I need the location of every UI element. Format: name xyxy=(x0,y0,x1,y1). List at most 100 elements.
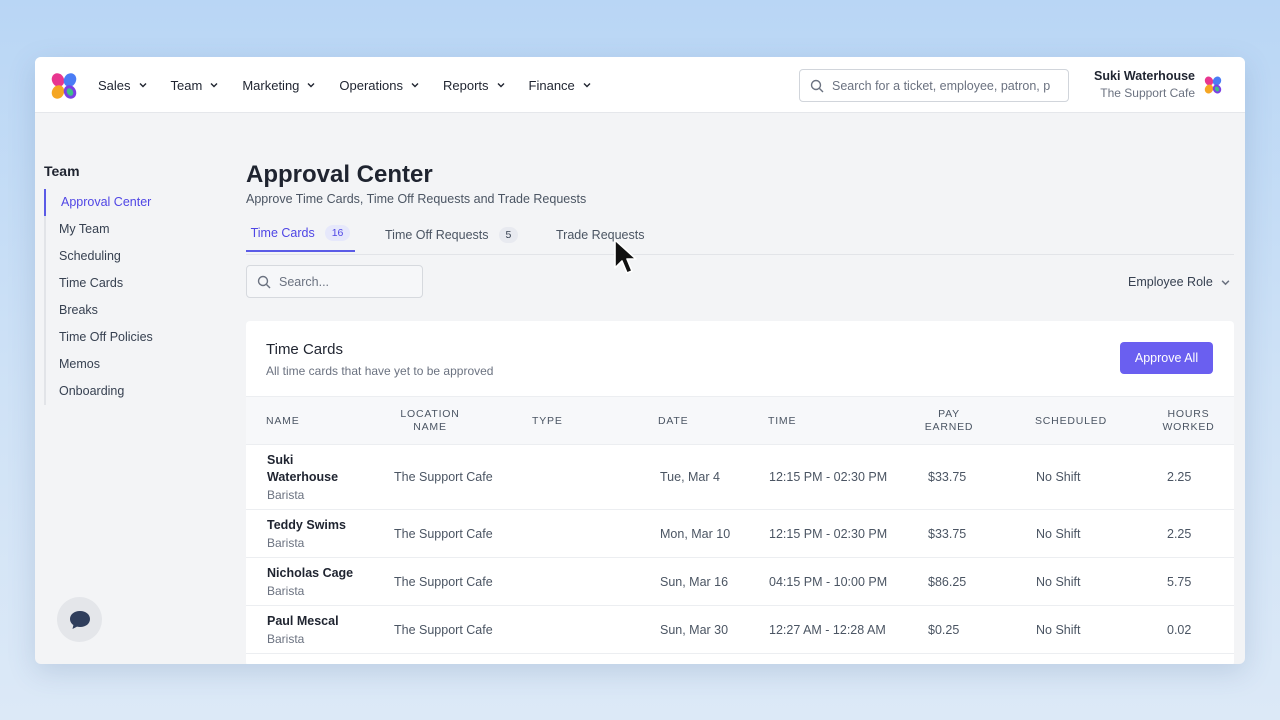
sidebar-item-time-cards[interactable]: Time Cards xyxy=(46,270,224,297)
mouse-cursor-icon xyxy=(614,239,637,274)
sidebar-item-approval-center[interactable]: Approval Center xyxy=(44,189,224,216)
sidebar-title: Team xyxy=(44,163,80,179)
nav-reports[interactable]: Reports xyxy=(443,78,505,93)
panel-title: Time Cards xyxy=(266,341,343,358)
scheduled-status: No Shift xyxy=(1036,623,1081,637)
column-header-location-line2: NAME xyxy=(413,421,447,433)
user-menu[interactable]: Suki Waterhouse The Support Cafe xyxy=(1085,69,1195,100)
chevron-down-icon xyxy=(497,83,505,88)
pay-earned: $0.25 xyxy=(928,623,960,637)
tab-time-cards[interactable]: Time Cards 16 xyxy=(246,215,355,252)
nav-team-label: Team xyxy=(170,77,203,93)
employee-name: Paul Mescal xyxy=(267,614,339,628)
employee-role: Barista xyxy=(267,584,305,598)
column-header-name[interactable]: NAME xyxy=(266,415,300,428)
sidebar-item-memos[interactable]: Memos xyxy=(46,351,224,378)
employee-name: Teddy Swims xyxy=(267,518,346,532)
time-card-search-input[interactable] xyxy=(279,274,409,289)
table-row[interactable]: Teddy Swims Barista The Support Cafe Mon… xyxy=(246,510,1234,558)
hours-worked: 2.25 xyxy=(1167,527,1192,541)
nav-reports-label: Reports xyxy=(443,77,489,93)
sidebar-item-time-off-policies[interactable]: Time Off Policies xyxy=(46,324,224,351)
global-search-input[interactable] xyxy=(832,78,1052,93)
search-icon xyxy=(257,275,271,288)
chat-bubble-icon xyxy=(69,610,90,629)
sidebar-item-scheduling[interactable]: Scheduling xyxy=(46,243,224,270)
sidebar-item-breaks[interactable]: Breaks xyxy=(46,297,224,324)
scheduled-status: No Shift xyxy=(1036,575,1081,589)
tab-time-off-requests[interactable]: Time Off Requests 5 xyxy=(385,215,519,254)
chevron-down-icon xyxy=(210,83,218,88)
sidebar-menu: Approval Center My Team Scheduling Time … xyxy=(44,189,224,405)
table-row[interactable]: Paul Mescal Barista The Support Cafe Sun… xyxy=(246,606,1234,654)
employee-name: Suki Waterhouse xyxy=(267,452,338,486)
panel-subtitle: All time cards that have yet to be appro… xyxy=(266,364,494,378)
column-header-location-name[interactable]: LOCATION NAME xyxy=(400,408,460,434)
column-header-scheduled[interactable]: SCHEDULED xyxy=(1035,415,1107,428)
hours-worked: 5.75 xyxy=(1167,575,1192,589)
time-card-search[interactable] xyxy=(246,265,423,298)
table-row[interactable]: Suki Waterhouse Barista The Support Cafe… xyxy=(246,445,1234,510)
sidebar-item-onboarding[interactable]: Onboarding xyxy=(46,378,224,405)
employee-name-line2: Waterhouse xyxy=(267,470,339,484)
app-window: Sales Team Marketing Operations Reports … xyxy=(35,57,1245,664)
shift-time: 12:15 PM - 02:30 PM xyxy=(769,470,888,484)
user-organization: The Support Cafe xyxy=(1100,86,1195,100)
approve-all-button[interactable]: Approve All xyxy=(1120,342,1213,374)
nav-operations[interactable]: Operations xyxy=(339,78,419,93)
shift-date: Mon, Mar 10 xyxy=(660,527,731,541)
search-icon xyxy=(810,79,824,92)
nav-marketing[interactable]: Marketing xyxy=(242,78,315,93)
nav-sales[interactable]: Sales xyxy=(98,78,147,93)
hours-worked: 0.02 xyxy=(1167,623,1192,637)
nav-finance-label: Finance xyxy=(528,77,575,93)
nav-finance[interactable]: Finance xyxy=(529,78,591,93)
nav-sales-label: Sales xyxy=(98,77,131,93)
sidebar: Team Approval Center My Team Scheduling … xyxy=(44,163,224,405)
tab-time-off-requests-label: Time Off Requests xyxy=(385,227,489,242)
sidebar-item-my-team[interactable]: My Team xyxy=(46,216,224,243)
page-subtitle: Approve Time Cards, Time Off Requests an… xyxy=(246,192,587,206)
global-search[interactable] xyxy=(799,69,1069,102)
shift-date: Tue, Mar 4 xyxy=(660,470,720,484)
chevron-down-icon xyxy=(411,83,419,88)
chat-button[interactable] xyxy=(57,597,102,642)
table-header: NAME LOCATION NAME TYPE DATE TIME PAY EA… xyxy=(246,396,1234,445)
pay-earned: $86.25 xyxy=(928,575,967,589)
nav-operations-label: Operations xyxy=(339,77,403,93)
chevron-down-icon xyxy=(139,83,147,88)
table-row[interactable]: Nicholas Cage Barista The Support Cafe S… xyxy=(246,558,1234,606)
nav-marketing-label: Marketing xyxy=(242,77,300,93)
column-header-type[interactable]: TYPE xyxy=(532,415,563,428)
column-header-hours-line2: WORKED xyxy=(1162,421,1215,433)
column-header-date[interactable]: DATE xyxy=(658,415,688,428)
employee-role: Barista xyxy=(267,536,305,550)
column-header-time[interactable]: TIME xyxy=(768,415,796,428)
location-name: The Support Cafe xyxy=(394,575,493,589)
shift-date: Sun, Mar 16 xyxy=(660,575,729,589)
app-logo-icon[interactable] xyxy=(49,71,79,101)
nav-team[interactable]: Team xyxy=(171,78,219,93)
shift-time: 04:15 PM - 10:00 PM xyxy=(769,575,888,589)
shift-date: Sun, Mar 30 xyxy=(660,623,729,637)
employee-role-filter[interactable]: Employee Role xyxy=(1128,275,1230,289)
page-title: Approval Center xyxy=(246,161,433,188)
approval-tabs: Time Cards 16 Time Off Requests 5 Trade … xyxy=(246,215,1234,255)
organization-logo-icon[interactable] xyxy=(1203,75,1223,95)
scheduled-status: No Shift xyxy=(1036,470,1081,484)
column-header-pay-line1: PAY xyxy=(938,408,960,420)
employee-role-filter-label: Employee Role xyxy=(1128,275,1213,289)
tab-time-cards-count: 16 xyxy=(324,224,351,241)
column-header-hours-worked[interactable]: HOURS WORKED xyxy=(1161,408,1216,434)
employee-name-line1: Suki xyxy=(267,453,294,467)
tab-time-off-requests-count: 5 xyxy=(498,226,519,243)
chevron-down-icon xyxy=(307,83,315,88)
employee-role: Barista xyxy=(267,488,305,502)
pay-earned: $33.75 xyxy=(928,527,967,541)
time-cards-panel: Time Cards All time cards that have yet … xyxy=(246,321,1234,664)
shift-time: 12:15 PM - 02:30 PM xyxy=(769,527,888,541)
chevron-down-icon xyxy=(1221,279,1230,285)
shift-time: 12:27 AM - 12:28 AM xyxy=(769,623,886,637)
user-name: Suki Waterhouse xyxy=(1094,69,1195,83)
column-header-pay-earned[interactable]: PAY EARNED xyxy=(924,408,974,434)
